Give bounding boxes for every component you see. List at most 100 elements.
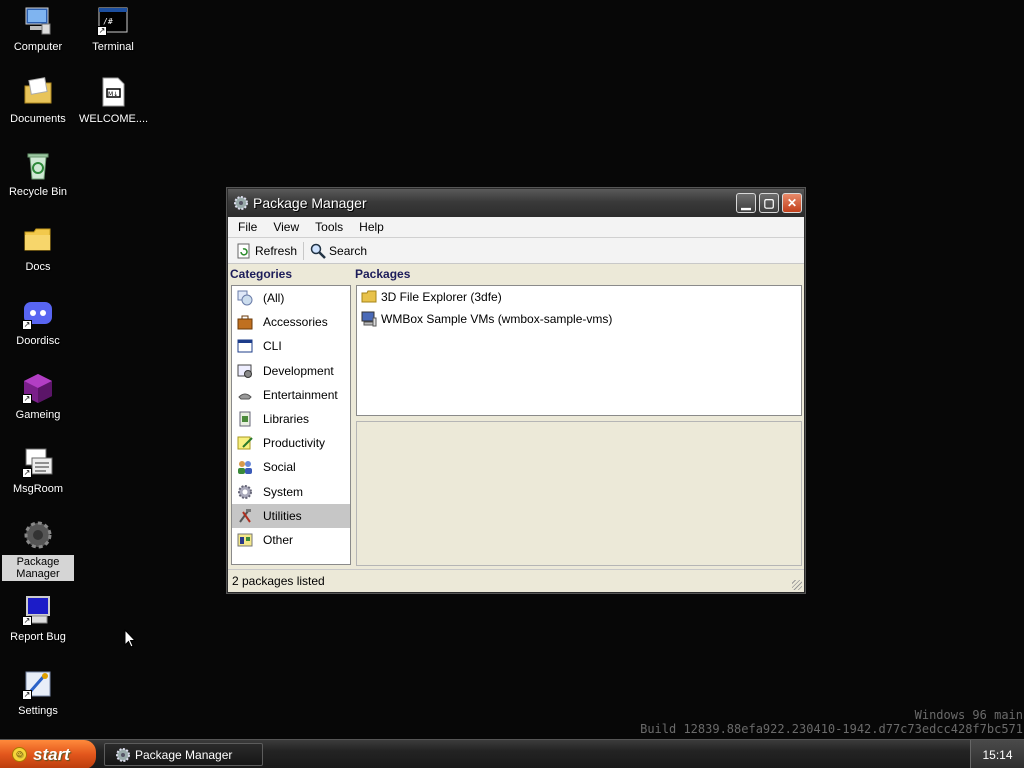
search-button[interactable]: Search [306, 240, 371, 262]
cli-window-icon [237, 339, 253, 353]
package-manager-window[interactable]: Package Manager ▁ ▢ ✕ File View Tools He… [227, 188, 805, 593]
entertainment-icon [238, 393, 252, 400]
menu-help[interactable]: Help [351, 220, 392, 234]
package-manager-icon [116, 747, 130, 762]
smiley-icon: ☺ [12, 747, 27, 762]
menu-view[interactable]: View [265, 220, 307, 234]
doordisc-icon: ↗ [22, 298, 54, 330]
refresh-label: Refresh [255, 243, 298, 258]
desktop-icon-docs[interactable]: Docs [2, 224, 74, 274]
package-item-wmbox-sample-vms[interactable]: WMBox Sample VMs (wmbox-sample-vms) [357, 308, 801, 330]
markdown-file-icon: M↓ [97, 76, 129, 108]
start-label: start [33, 744, 70, 764]
desktop-icon-label: Doordisc [16, 335, 60, 347]
search-label: Search [329, 243, 368, 258]
desktop-icon-msgroom[interactable]: ↗ MsgRoom [2, 446, 74, 496]
category-social[interactable]: Social [232, 455, 350, 479]
menu-file[interactable]: File [230, 220, 265, 234]
settings-icon: ↗ [22, 668, 54, 700]
menu-tools[interactable]: Tools [307, 220, 351, 234]
system-tray: 15:14 [970, 740, 1024, 768]
category-entertainment[interactable]: Entertainment [232, 383, 350, 407]
recycle-bin-icon [22, 149, 54, 181]
shortcut-arrow-icon: ↗ [22, 616, 32, 626]
folder-icon [22, 224, 54, 256]
category-all[interactable]: (All) [232, 286, 350, 310]
package-label: 3D File Explorer (3dfe) [381, 290, 502, 304]
packages-header: Packages [355, 267, 411, 281]
category-accessories[interactable]: Accessories [232, 310, 350, 334]
minimize-icon: ▁ [741, 196, 751, 210]
svg-text:M↓: M↓ [108, 91, 118, 98]
desktop-icon-doordisc[interactable]: ↗ Doordisc [2, 298, 74, 348]
all-icon [237, 290, 253, 306]
maximize-button[interactable]: ▢ [759, 193, 779, 213]
documents-icon [22, 76, 54, 108]
desktop-icon-gameing[interactable]: ↗ Gameing [2, 372, 74, 422]
desktop-icon-label: Computer [13, 41, 63, 53]
library-icon [239, 411, 251, 427]
categories-header: Categories [230, 267, 293, 281]
shortcut-arrow-icon: ↗ [22, 320, 32, 330]
folder-icon [361, 290, 377, 303]
maximize-icon: ▢ [763, 196, 775, 210]
packages-list: 3D File Explorer (3dfe) WMBox Sample VMs… [356, 285, 802, 416]
desktop-icon-terminal[interactable]: /# ↗ Terminal [77, 4, 149, 54]
refresh-icon [237, 243, 250, 258]
productivity-icon [237, 436, 253, 450]
category-label: Development [263, 363, 334, 378]
watermark-line-2: Build 12839.88efa922.230410-1942.d77c73e… [640, 722, 1023, 736]
category-cli[interactable]: CLI [232, 334, 350, 358]
close-icon: ✕ [786, 196, 798, 210]
shortcut-arrow-icon: ↗ [22, 468, 32, 478]
category-development[interactable]: Development [232, 359, 350, 383]
minimize-button[interactable]: ▁ [736, 193, 756, 213]
taskbar-item-package-manager[interactable]: Package Manager [104, 743, 263, 766]
desktop-icon-report-bug[interactable]: ↗ Report Bug [2, 594, 74, 644]
close-button[interactable]: ✕ [782, 193, 802, 213]
categories-list: (All) Accessories CLI Development Entert… [231, 285, 351, 565]
desktop-icon-label: Recycle Bin [8, 186, 68, 198]
desktop-icon-computer[interactable]: Computer [2, 4, 74, 54]
category-label: Accessories [263, 315, 328, 330]
shortcut-arrow-icon: ↗ [22, 690, 32, 700]
category-system[interactable]: System [232, 480, 350, 504]
category-utilities[interactable]: Utilities [232, 503, 350, 528]
desktop-icon-label: Docs [25, 261, 51, 273]
desktop-icon-package-manager[interactable]: Package Manager [2, 519, 74, 581]
category-libraries[interactable]: Libraries [232, 407, 350, 431]
category-other[interactable]: Other [232, 528, 350, 552]
desktop-icon-recycle-bin[interactable]: Recycle Bin [2, 149, 74, 199]
desktop-icon-welcome[interactable]: M↓ WELCOME.... [77, 76, 149, 126]
refresh-button[interactable]: Refresh [232, 240, 301, 262]
category-label: Entertainment [263, 387, 338, 402]
other-icon [237, 533, 253, 547]
svg-text:/#: /# [103, 17, 113, 26]
msgroom-icon: ↗ [22, 446, 54, 478]
package-details-panel [356, 421, 802, 566]
package-manager-icon [22, 519, 54, 551]
category-label: (All) [263, 291, 285, 306]
window-title: Package Manager [253, 195, 367, 211]
desktop-icon-label: Documents [10, 113, 66, 125]
category-productivity[interactable]: Productivity [232, 431, 350, 455]
desktop-icon-settings[interactable]: ↗ Settings [2, 668, 74, 718]
category-label: System [263, 484, 304, 499]
search-icon [310, 243, 326, 259]
window-titlebar[interactable]: Package Manager ▁ ▢ ✕ [228, 189, 804, 217]
start-button[interactable]: ☺ start [0, 740, 96, 768]
category-label: Social [263, 460, 296, 475]
package-item-3dfe[interactable]: 3D File Explorer (3dfe) [357, 286, 801, 308]
desktop-icon-documents[interactable]: Documents [2, 76, 74, 126]
system-gear-icon [238, 484, 252, 499]
menu-bar: File View Tools Help [228, 217, 804, 238]
resize-grip-icon[interactable] [792, 580, 802, 590]
shortcut-arrow-icon: ↗ [22, 394, 32, 404]
clock[interactable]: 15:14 [982, 748, 1012, 762]
desktop-icon-label: Report Bug [10, 631, 66, 643]
mouse-pointer-icon [124, 629, 136, 648]
desktop-icon-label: WELCOME.... [79, 113, 149, 125]
report-bug-icon: ↗ [22, 594, 54, 626]
computer-icon [22, 4, 54, 36]
desktop-icon-label: Package Manager [2, 555, 74, 581]
